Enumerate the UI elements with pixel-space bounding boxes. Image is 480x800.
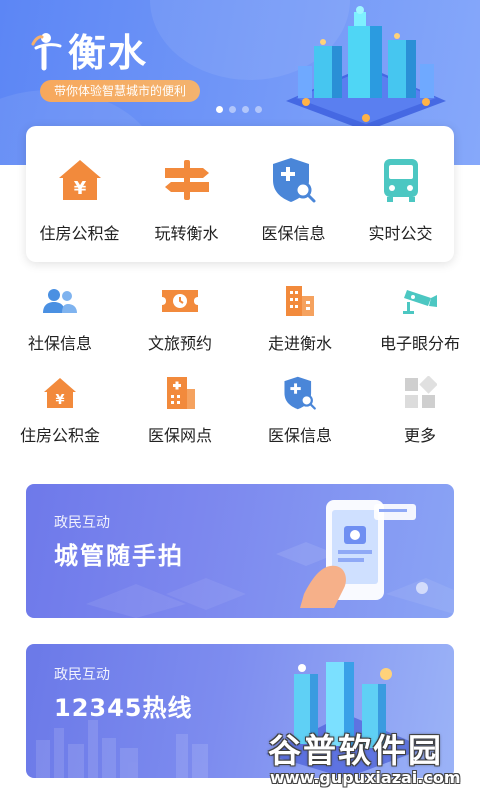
logo-icon (30, 28, 66, 72)
slogan-badge: 带你体验智慧城市的便利 (40, 80, 201, 102)
banner-subtitle: 政民互动 (54, 515, 110, 531)
ticket-clock-icon (160, 282, 200, 320)
grid-label: 电子眼分布 (379, 334, 460, 353)
svg-text:¥: ¥ (55, 393, 64, 408)
grid-label: 住房公积金 (19, 426, 100, 445)
grid-label: 社保信息 (27, 334, 92, 353)
watermark: 谷普软件园 www.gupuxiazai.com (262, 724, 476, 794)
carousel-dot[interactable] (229, 106, 236, 113)
app-title: 衡水 (68, 31, 149, 75)
more-grid-icon (400, 374, 440, 412)
grid-item-medical-outlets[interactable]: 医保网点 (120, 372, 240, 464)
brand: 衡水 (30, 22, 148, 77)
carousel-dot[interactable] (216, 106, 223, 113)
city-illustration (286, 6, 446, 131)
service-label: 医保信息 (261, 224, 326, 243)
grid-item-culture-booking[interactable]: 文旅预约 (120, 280, 240, 372)
service-housing-fund[interactable]: ¥ 住房公积金 (26, 126, 133, 262)
main-services-card: ¥ 住房公积金 玩转衡水 医保信息 实时公交 (26, 126, 454, 262)
grid-item-discover-hengshui[interactable]: 走进衡水 (240, 280, 360, 372)
bus-icon (375, 154, 427, 206)
service-label: 玩转衡水 (154, 224, 219, 243)
grid-item-more[interactable]: 更多 (360, 372, 480, 464)
grid-label: 医保信息 (267, 426, 332, 445)
hospital-icon (160, 374, 200, 412)
grid-item-social-security[interactable]: 社保信息 (0, 280, 120, 372)
medical-shield-icon (268, 154, 320, 206)
banner-title: 城管随手拍 (54, 542, 184, 570)
grid-label: 文旅预约 (147, 334, 212, 353)
grid-label: 走进衡水 (267, 334, 332, 353)
phone-camera-illustration (300, 500, 428, 608)
house-yuan-icon: ¥ (54, 154, 106, 206)
banner-city-management[interactable]: 政民互动 城管随手拍 (26, 484, 454, 618)
service-grid: 社保信息 文旅预约 走进衡水 电子眼分布 ¥ 住房公积金 医保网点 医保信息 更… (0, 280, 480, 464)
medical-shield-icon (280, 374, 320, 412)
grid-label: 更多 (403, 426, 436, 445)
service-realtime-bus[interactable]: 实时公交 (347, 126, 454, 262)
service-grid-row: ¥ 住房公积金 医保网点 医保信息 更多 (0, 372, 480, 464)
service-label: 实时公交 (368, 224, 433, 243)
grid-item-medical-info[interactable]: 医保信息 (240, 372, 360, 464)
watermark-name: 谷普软件园 (268, 731, 443, 770)
signpost-icon (161, 154, 213, 206)
house-yuan-icon: ¥ (40, 374, 80, 412)
grid-label: 医保网点 (147, 426, 212, 445)
grid-item-camera-map[interactable]: 电子眼分布 (360, 280, 480, 372)
banner-subtitle: 政民互动 (54, 667, 110, 683)
carousel-dots (216, 106, 262, 113)
service-grid-row: 社保信息 文旅预约 走进衡水 电子眼分布 (0, 280, 480, 372)
carousel-dot[interactable] (242, 106, 249, 113)
banner-title: 12345热线 (54, 694, 193, 722)
buildings-icon (280, 282, 320, 320)
service-label: 住房公积金 (39, 224, 120, 243)
camera-icon (400, 282, 440, 320)
service-explore-hengshui[interactable]: 玩转衡水 (133, 126, 240, 262)
service-medical-info[interactable]: 医保信息 (240, 126, 347, 262)
svg-text:¥: ¥ (73, 178, 86, 199)
watermark-url: www.gupuxiazai.com (270, 768, 461, 787)
carousel-dot[interactable] (255, 106, 262, 113)
people-icon (40, 282, 80, 320)
grid-item-housing-fund[interactable]: ¥ 住房公积金 (0, 372, 120, 464)
